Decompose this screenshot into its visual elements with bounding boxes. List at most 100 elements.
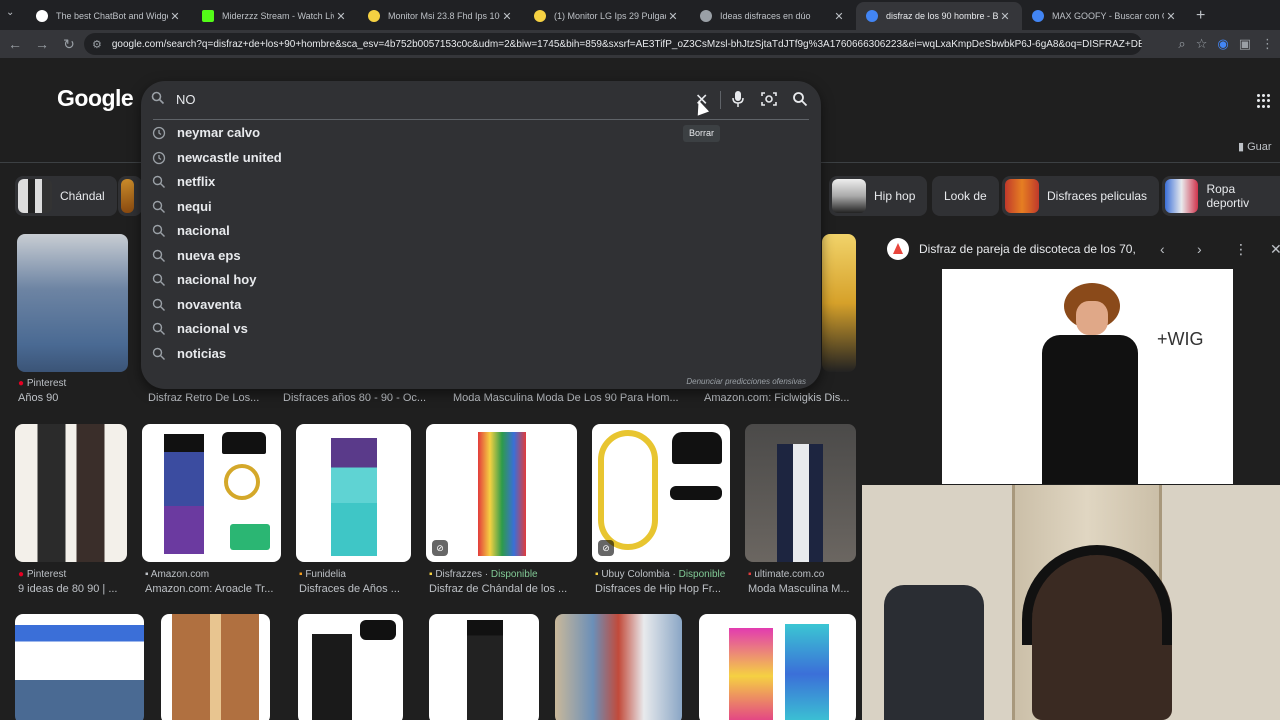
result-image[interactable] <box>555 614 682 720</box>
suggestion-item[interactable]: novaventa <box>141 293 821 317</box>
google-lens-icon[interactable] <box>761 91 777 107</box>
chip-thumbnail <box>832 179 866 213</box>
preview-title[interactable]: Disfraz de pareja de discoteca de los 70… <box>919 242 1139 256</box>
result-title[interactable]: 9 ideas de 80 90 | ... <box>18 583 138 595</box>
result-image[interactable] <box>745 424 856 562</box>
chip-chandal[interactable]: Chándal <box>15 176 117 216</box>
suggestion-item[interactable]: newcastle united <box>141 146 821 170</box>
result-title[interactable]: Amazon.com: Aroacle Tr... <box>145 583 273 595</box>
result-image[interactable] <box>17 234 128 372</box>
result-image[interactable] <box>296 424 411 562</box>
chip-hip-hop[interactable]: Hip hop <box>829 176 928 216</box>
suggestion-item[interactable]: nequi <box>141 195 821 219</box>
chip-label: Chándal <box>60 189 105 203</box>
chip-disfraces-peliculas[interactable]: Disfraces peliculas <box>1002 176 1160 216</box>
new-tab-icon[interactable]: + <box>1196 2 1205 30</box>
preview-image[interactable]: +WIG <box>942 269 1233 484</box>
result-title[interactable]: Disfraz Retro De Los... <box>148 392 259 404</box>
search-input[interactable] <box>176 92 676 107</box>
suggestion-item[interactable]: nueva eps <box>141 244 821 268</box>
next-icon[interactable]: › <box>1197 241 1202 257</box>
suggestion-item[interactable]: noticias <box>141 342 821 366</box>
boombox <box>230 524 270 550</box>
bookmark-star-icon[interactable]: ☆ <box>1196 36 1208 52</box>
result-image[interactable] <box>161 614 270 720</box>
result-image[interactable] <box>15 424 127 562</box>
suggestion-item[interactable]: nacional <box>141 219 821 243</box>
chip-ropa-deportiva[interactable]: Ropa deportiv <box>1162 176 1280 216</box>
suggestion-item[interactable]: nacional hoy <box>141 268 821 292</box>
browser-tab[interactable]: The best ChatBot and Widgets ✕ <box>26 2 192 30</box>
saved-link[interactable]: ▮ Guar <box>1238 140 1272 153</box>
extensions-puzzle-icon[interactable]: ▣ <box>1239 36 1251 52</box>
result-source: ▪ Disfrazzes · Disponible <box>429 569 538 580</box>
back-icon[interactable]: ← <box>3 36 27 52</box>
more-options-icon[interactable]: ⋮ <box>1234 241 1248 258</box>
google-logo[interactable]: Google <box>57 85 134 112</box>
search-bar: ✕ <box>141 81 821 119</box>
browser-tab[interactable]: Ideas disfraces en dúo ✕ <box>690 2 856 30</box>
result-title[interactable]: Disfraces de Hip Hop Fr... <box>595 583 721 595</box>
browser-tab[interactable]: MAX GOOFY - Buscar con Goo✕ <box>1022 2 1188 30</box>
suggestion-label: nequi <box>177 198 212 214</box>
browser-tab[interactable]: Monitor Msi 23.8 Fhd Ips 100hz✕ <box>358 2 524 30</box>
result-image[interactable]: ⊘ <box>426 424 577 562</box>
suggestion-label: newcastle united <box>177 149 282 165</box>
result-title[interactable]: Disfraz de Chándal de los ... <box>429 583 567 595</box>
close-tab-icon[interactable]: ✕ <box>1164 10 1178 23</box>
suggestion-item[interactable]: netflix <box>141 170 821 194</box>
browser-tab-active[interactable]: disfraz de los 90 hombre - Bus ✕ <box>856 2 1022 30</box>
bucket-hat <box>360 620 396 640</box>
costume-figure <box>729 628 773 720</box>
result-image[interactable]: ⊘ <box>592 424 730 562</box>
reload-icon[interactable]: ↻ <box>57 36 81 53</box>
address-bar[interactable]: ⚙ google.com/search?q=disfraz+de+los+90+… <box>84 33 1142 55</box>
site-info-icon[interactable]: ⚙ <box>92 38 102 51</box>
result-title[interactable]: Moda Masculina M... <box>748 583 856 595</box>
chip-thumbnail <box>1005 179 1039 213</box>
tab-favicon-icon <box>534 10 546 22</box>
microphone-icon[interactable] <box>731 90 745 108</box>
browser-tab[interactable]: Miderzzz Stream - Watch Live o✕ <box>192 2 358 30</box>
result-source: ▪ Ubuy Colombia · Disponible <box>595 569 726 580</box>
suggestion-item[interactable]: nacional vs <box>141 317 821 341</box>
previous-icon[interactable]: ‹ <box>1160 241 1165 257</box>
browser-tab[interactable]: (1) Monitor LG Ips 29 Pulgadas✕ <box>524 2 690 30</box>
close-tab-icon[interactable]: ✕ <box>666 10 680 23</box>
result-title[interactable]: Moda Masculina Moda De Los 90 Para Hom..… <box>453 392 679 404</box>
result-title[interactable]: Amazon.com: Ficlwigkis Dis... <box>704 392 849 404</box>
result-image[interactable] <box>142 424 281 562</box>
forward-icon[interactable]: → <box>30 36 54 52</box>
result-title[interactable]: Disfraces años 80 - 90 - Oc... <box>283 392 426 404</box>
result-image[interactable] <box>822 234 856 372</box>
result-title[interactable]: Años 90 <box>18 392 58 404</box>
search-divider <box>153 119 809 120</box>
availability-label: Disponible <box>490 569 538 580</box>
result-title[interactable]: Disfraces de Años ... <box>299 583 400 595</box>
source-label: ultimate.com.co <box>754 569 825 580</box>
report-predictions-link[interactable]: Denunciar predicciones ofensivas <box>686 377 806 386</box>
result-image[interactable] <box>298 614 403 720</box>
apps-grid-icon[interactable] <box>1257 94 1271 108</box>
result-image[interactable] <box>429 614 539 720</box>
suggestion-label: netflix <box>177 174 216 189</box>
source-label: Disfrazzes <box>435 569 483 580</box>
result-source: ▪ ultimate.com.co <box>748 569 824 580</box>
chip-thumbnail <box>18 179 52 213</box>
search-submit-icon[interactable] <box>792 91 808 107</box>
close-tab-icon[interactable]: ✕ <box>168 10 182 23</box>
close-icon[interactable]: ✕ <box>1270 241 1280 258</box>
result-image[interactable] <box>15 614 144 720</box>
tab-search-icon[interactable]: ⌄ <box>6 7 14 18</box>
close-tab-icon[interactable]: ✕ <box>334 10 348 23</box>
close-tab-icon[interactable]: ✕ <box>998 10 1012 23</box>
tab-title: Ideas disfraces en dúo <box>720 11 811 21</box>
extension-icon[interactable]: ◉ <box>1217 36 1228 52</box>
result-image[interactable] <box>699 614 856 720</box>
zoom-icon[interactable]: ⌕ <box>1178 36 1185 52</box>
chip-partial[interactable] <box>118 176 142 216</box>
menu-icon[interactable]: ⋮ <box>1261 36 1274 52</box>
close-tab-icon[interactable]: ✕ <box>500 10 514 23</box>
close-tab-icon[interactable]: ✕ <box>832 10 846 23</box>
chip-look-de[interactable]: Look de <box>932 176 999 216</box>
